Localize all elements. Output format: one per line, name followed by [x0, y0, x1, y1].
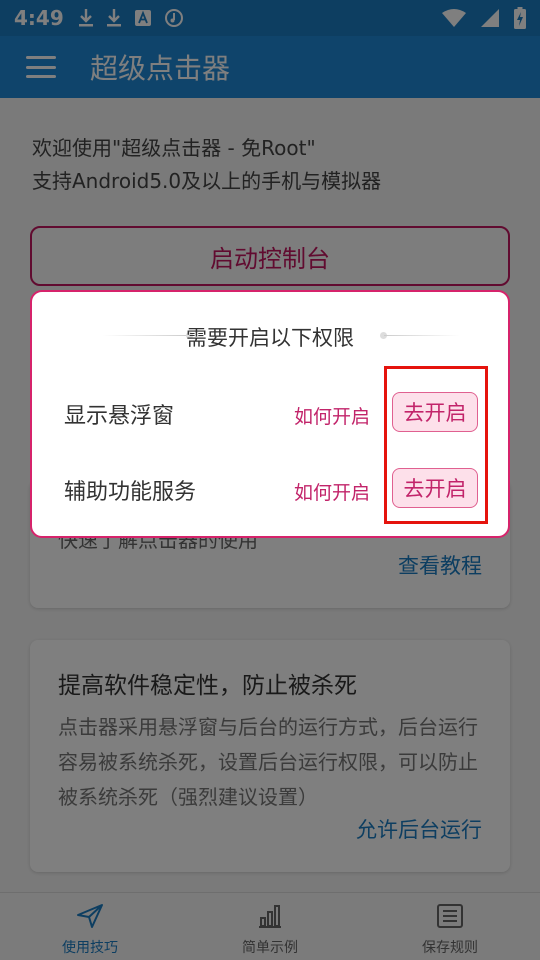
- title-divider-right: [384, 335, 460, 336]
- permission-accessibility-label: 辅助功能服务: [64, 480, 197, 505]
- how-to-enable-accessibility-link[interactable]: 如何开启: [294, 478, 370, 505]
- permission-overlay-label: 显示悬浮窗: [64, 404, 175, 429]
- highlight-box: [384, 366, 488, 524]
- how-to-enable-overlay-link[interactable]: 如何开启: [294, 402, 370, 429]
- permission-dialog: 需要开启以下权限 显示悬浮窗 如何开启 去开启 辅助功能服务 如何开启 去开启: [30, 290, 510, 538]
- dialog-title: 需要开启以下权限: [186, 326, 354, 350]
